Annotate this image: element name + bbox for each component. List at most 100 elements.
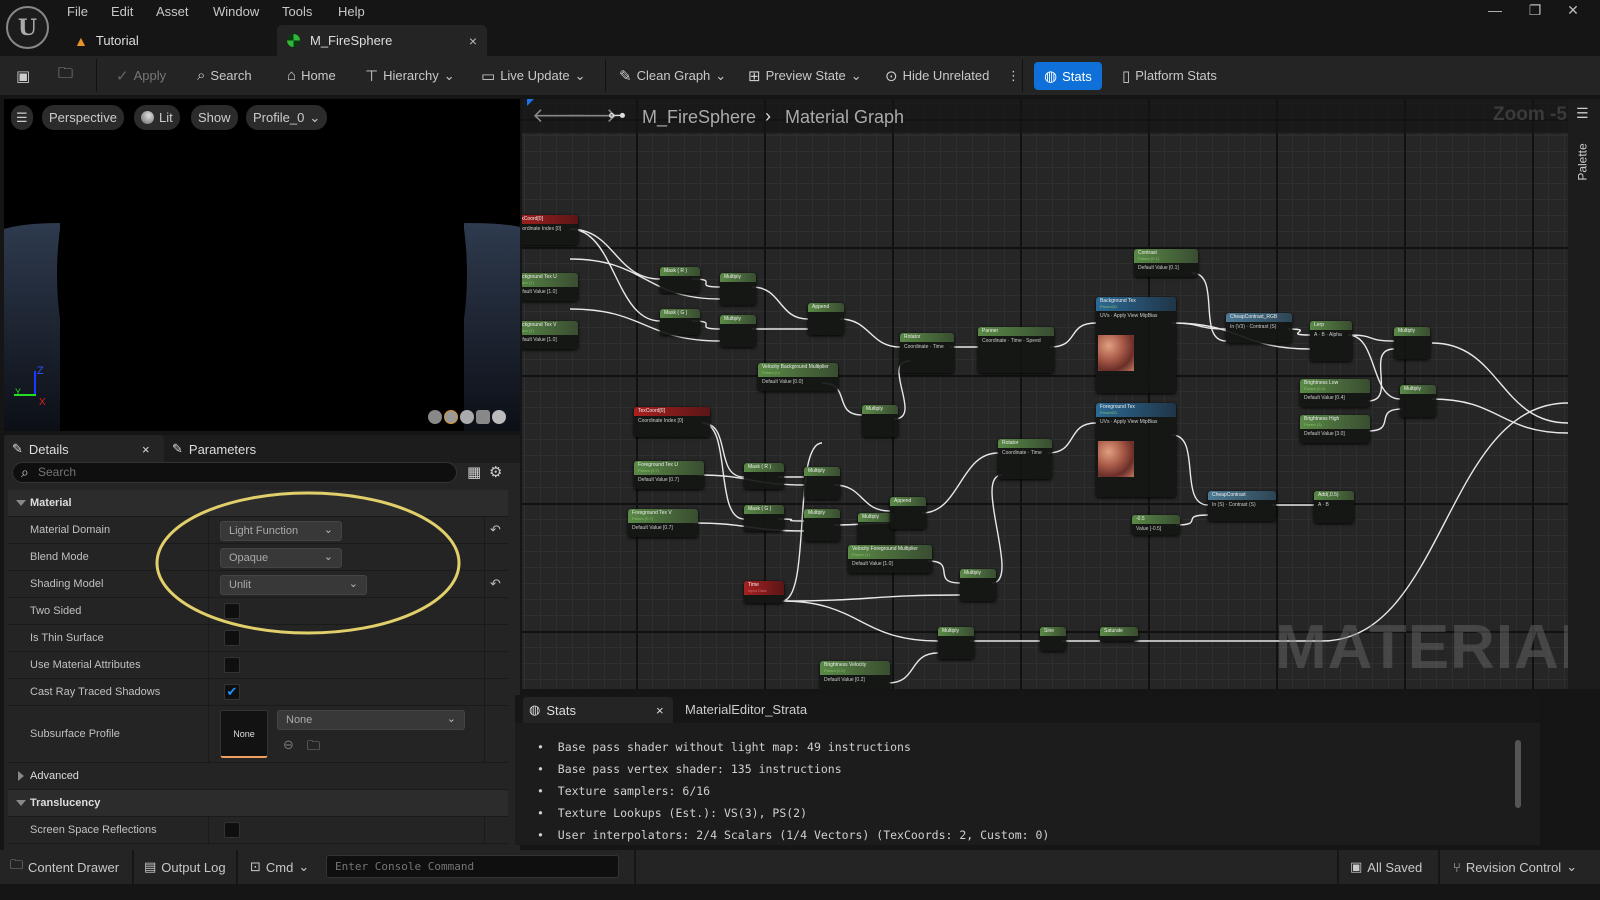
graph-node-mul2[interactable]: Multiply (720, 315, 756, 347)
graph-node-append1[interactable]: Append (808, 303, 844, 335)
graph-node-fg-tex-u[interactable]: Foreground Tex U Param (0.7) Default Valu… (634, 461, 704, 489)
graph-node-mask-g2[interactable]: Mask ( G ) (744, 505, 784, 531)
graph-node-sine[interactable]: Sine (1040, 627, 1066, 651)
apply-button[interactable]: ✓ Apply (116, 56, 166, 95)
graph-node-fg-tex-v[interactable]: Foreground Tex V Param (0.7) Default Valu… (628, 509, 698, 537)
search-button[interactable]: ⌕ Search (197, 56, 252, 95)
hide-unrelated-button[interactable]: ⊙ Hide Unrelated (885, 56, 989, 95)
browse-folder-icon[interactable]: 🗀 (307, 737, 320, 759)
category-advanced[interactable]: Advanced (8, 763, 508, 790)
console-input[interactable] (326, 855, 619, 878)
cube-icon[interactable] (476, 410, 490, 424)
graph-node-add[interactable]: Add(,0.5) A · B (1314, 491, 1354, 523)
graph-node-time[interactable]: Time Input Data (744, 581, 784, 603)
graph-node-mul5[interactable]: Multiply (1400, 385, 1436, 417)
reset-to-default-icon[interactable]: ↶ (490, 522, 501, 538)
graph-node-vel-bg[interactable]: Velocity Background Multiplier Param (0)… (758, 363, 838, 391)
graph-node-mul4[interactable]: Multiply (1394, 327, 1430, 359)
cylinder-icon[interactable] (428, 410, 442, 424)
content-drawer-button[interactable]: 🗀 Content Drawer (10, 850, 119, 884)
graph-node-rotator1[interactable]: Rotator Coordinate · Time (900, 333, 954, 373)
graph-node-cheap[interactable]: CheapContrast In (S) · Contrast (S) (1208, 491, 1276, 521)
table-view-icon[interactable]: ▦ (467, 463, 481, 481)
profile-dropdown[interactable]: Profile_0 ⌄ (246, 105, 328, 130)
stats-button[interactable]: ◍ Stats (1034, 62, 1102, 90)
graph-node-mul7[interactable]: Multiply (804, 509, 840, 541)
graph-node-mul8[interactable]: Multiply (858, 513, 894, 545)
menu-edit[interactable]: Edit (111, 4, 133, 19)
clean-graph-button[interactable]: ✎ Clean Graph ⌄ (619, 56, 726, 95)
graph-node-vel-fg[interactable]: Velocity Foreground Multiplier Param (1)… (848, 545, 932, 573)
graph-node-mul9[interactable]: Multiply (960, 569, 996, 601)
graph-node-texcoord1[interactable]: TexCoord[0] Coordinate Index [0] (522, 215, 578, 245)
subsurface-profile-dropdown[interactable]: None ⌄ (277, 710, 465, 730)
graph-node-bright-low[interactable]: Brightness Low Param (0.4) Default Value … (1300, 379, 1370, 407)
palette-tab[interactable]: Palette (1576, 143, 1590, 180)
stats-scrollbar[interactable] (1515, 740, 1521, 808)
graph-node-mul10[interactable]: Multiply (938, 627, 974, 659)
graph-node-bright-vel[interactable]: Brightness Velocity Param (0.2) Default V… (820, 661, 890, 689)
graph-node-mask-r2[interactable]: Mask ( R ) (744, 463, 784, 489)
sphere-icon[interactable] (444, 410, 458, 424)
graph-node-cheap-rgb[interactable]: CheapContrast_RGB In (V3) · Contrast (S) (1226, 313, 1292, 343)
details-search-field[interactable]: ⌕ (12, 462, 457, 483)
save-button[interactable]: ▣ (16, 56, 30, 95)
all-saved-button[interactable]: ▣ All Saved (1350, 850, 1422, 884)
graph-node-panner[interactable]: Panner Coordinate · Time · Speed (978, 327, 1054, 373)
lit-button[interactable]: Lit (134, 105, 180, 130)
graph-node-bright-high[interactable]: Brightness High Param (3) Default Value [… (1300, 415, 1370, 443)
menu-asset[interactable]: Asset (156, 4, 189, 19)
show-button[interactable]: Show (191, 105, 238, 130)
subsurface-thumbnail[interactable]: None (220, 710, 268, 758)
live-update-button[interactable]: ▭ Live Update ⌄ (481, 56, 585, 95)
graph-node-neg[interactable]: -0.5 Value [-0.5] (1132, 515, 1180, 535)
graph-node-bg-tex-v[interactable]: Background Tex V Param (1) Default Value … (522, 321, 578, 349)
graph-node-mask-g1[interactable]: Mask ( G ) (660, 309, 700, 335)
preview-viewport[interactable]: ☰ Perspective Lit Show Profile_0 ⌄ Z Y X (4, 99, 520, 431)
graph-node-texcoord2[interactable]: TexCoord[0] Coordinate Index [0] (634, 407, 710, 437)
platform-stats-button[interactable]: ▯ Platform Stats (1122, 56, 1217, 95)
more-options-button[interactable]: ⋮ (1007, 56, 1020, 95)
revision-control-button[interactable]: ⑂ Revision Control ⌄ (1453, 850, 1577, 884)
cmd-dropdown[interactable]: ⊡ Cmd ⌄ (250, 850, 309, 884)
plane-icon[interactable] (460, 410, 474, 424)
settings-gear-icon[interactable]: ⚙ (489, 463, 502, 481)
graph-node-mul3[interactable]: Multiply (862, 405, 898, 437)
menu-help[interactable]: Help (338, 4, 365, 19)
graph-node-saturate[interactable]: Saturate (1100, 627, 1138, 641)
category-translucency[interactable]: Translucency (8, 790, 508, 817)
close-stats-icon[interactable]: × (656, 703, 664, 718)
cast-ray-traced-shadows-checkbox[interactable]: ✔ (224, 684, 240, 700)
hierarchy-button[interactable]: ⊤ Hierarchy ⌄ (365, 56, 455, 95)
close-window-button[interactable]: ✕ (1558, 2, 1588, 19)
preview-state-button[interactable]: ⊞ Preview State ⌄ (748, 56, 862, 95)
tab-parameters[interactable]: ✎ Parameters (172, 435, 256, 463)
tab-stats[interactable]: ◍ Stats × (523, 697, 673, 723)
screen-space-reflections-checkbox[interactable] (224, 822, 240, 838)
graph-node-mul6[interactable]: Multiply (804, 467, 840, 499)
output-log-button[interactable]: ▤ Output Log (144, 850, 226, 884)
menu-tools[interactable]: Tools (282, 4, 312, 19)
tab-materialeditor-strata[interactable]: MaterialEditor_Strata (685, 702, 807, 717)
restore-button[interactable]: ❐ (1520, 2, 1550, 19)
close-tab-icon[interactable]: × (469, 33, 477, 49)
close-details-icon[interactable]: × (142, 442, 150, 457)
graph-node-mask-r1[interactable]: Mask ( R ) (660, 267, 700, 293)
tab-tutorial[interactable]: ▲ Tutorial (74, 25, 139, 56)
menu-file[interactable]: File (67, 4, 88, 19)
perspective-button[interactable]: Perspective (42, 105, 124, 130)
minimize-button[interactable]: — (1480, 2, 1510, 18)
details-search-input[interactable] (38, 465, 438, 479)
home-button[interactable]: ⌂ Home (287, 56, 336, 95)
graph-node-mul1[interactable]: Multiply (720, 273, 756, 305)
viewport-menu-button[interactable]: ☰ (11, 105, 33, 130)
custom-mesh-icon[interactable] (492, 410, 506, 424)
browse-button[interactable]: 🗀 (58, 56, 73, 95)
graph-node-bg-tex[interactable]: Background Tex Param2D UVs · Apply View M… (1096, 297, 1176, 393)
graph-node-fg-tex[interactable]: Foreground Tex Param2D UVs · Apply View M… (1096, 403, 1176, 497)
tab-m-firesphere[interactable]: M_FireSphere × (277, 25, 487, 56)
palette-sidebar[interactable]: ☰ Palette (1568, 99, 1600, 689)
tab-details[interactable]: ✎ Details × (4, 435, 164, 463)
use-material-attributes-checkbox[interactable] (224, 657, 240, 673)
unreal-logo[interactable]: U (6, 6, 49, 49)
